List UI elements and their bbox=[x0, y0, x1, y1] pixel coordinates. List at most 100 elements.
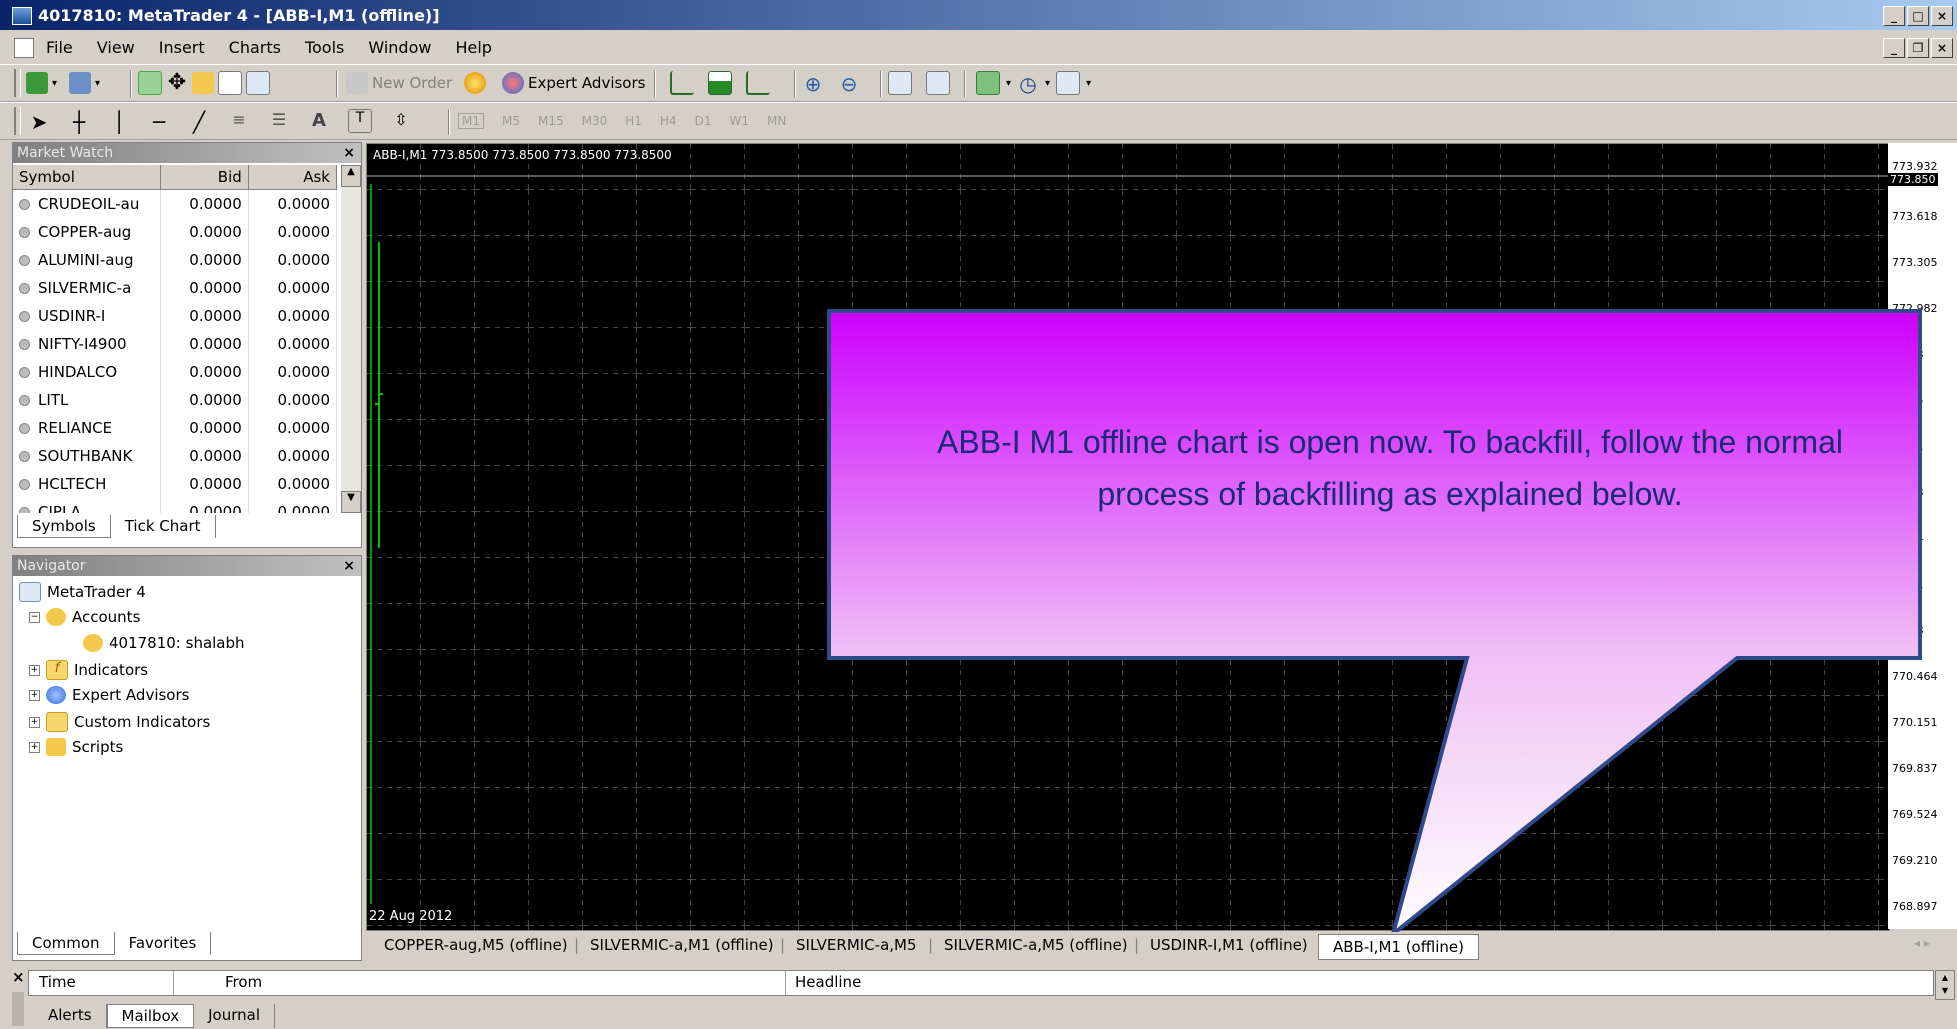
new-chart-icon[interactable] bbox=[26, 72, 48, 94]
expand-icon[interactable]: + bbox=[29, 741, 40, 753]
tab-mailbox[interactable]: Mailbox bbox=[106, 1004, 195, 1028]
menu-charts[interactable]: Charts bbox=[229, 38, 281, 57]
chart-tab[interactable]: SILVERMIC-a,M1 (offline) bbox=[590, 936, 774, 954]
terminal-icon[interactable] bbox=[218, 71, 242, 95]
table-row[interactable]: CRUDEOIL-au 0.0000 0.0000 bbox=[13, 189, 337, 218]
expand-icon[interactable]: + bbox=[29, 664, 40, 676]
nav-account-item[interactable]: 4017810: shalabh bbox=[83, 634, 245, 652]
equidistant-channel-icon[interactable]: ≡ bbox=[228, 110, 250, 132]
templates-icon[interactable] bbox=[1056, 71, 1081, 95]
period-m5[interactable]: M5 bbox=[502, 114, 520, 128]
period-w1[interactable]: W1 bbox=[729, 114, 749, 128]
close-icon[interactable]: × bbox=[12, 968, 25, 986]
column-ask[interactable]: Ask bbox=[248, 165, 337, 190]
nav-indicators[interactable]: + f Indicators bbox=[29, 660, 148, 680]
period-h1[interactable]: H1 bbox=[625, 114, 642, 128]
navigator-icon[interactable] bbox=[192, 72, 214, 94]
bar-chart-icon[interactable] bbox=[670, 71, 694, 95]
expert-advisors-icon[interactable] bbox=[502, 72, 524, 94]
menu-window[interactable]: Window bbox=[368, 38, 431, 57]
nav-expert-advisors[interactable]: + Expert Advisors bbox=[29, 686, 189, 704]
table-row[interactable]: USDINR-I 0.0000 0.0000 bbox=[13, 302, 337, 330]
price-chart[interactable]: ABB-I,M1 773.8500 773.8500 773.8500 773.… bbox=[366, 143, 1890, 931]
scroll-up-icon[interactable]: ▲ bbox=[341, 165, 361, 187]
table-row[interactable]: RELIANCE 0.0000 0.0000 bbox=[13, 414, 337, 442]
child-minimize-button[interactable]: _ bbox=[1883, 38, 1905, 58]
column-from[interactable]: From bbox=[225, 973, 262, 991]
column-symbol[interactable]: Symbol bbox=[13, 165, 161, 190]
close-icon[interactable]: × bbox=[343, 143, 355, 163]
horizontal-line-icon[interactable]: ─ bbox=[148, 110, 170, 134]
child-restore-button[interactable]: ❐ bbox=[1907, 38, 1929, 58]
tab-common[interactable]: Common bbox=[17, 932, 115, 955]
tab-journal[interactable]: Journal bbox=[194, 1004, 276, 1028]
cursor-icon[interactable]: ➤ bbox=[28, 110, 50, 134]
nav-scripts[interactable]: + Scripts bbox=[29, 738, 123, 756]
trendline-icon[interactable]: ╱ bbox=[188, 110, 210, 134]
menu-insert[interactable]: Insert bbox=[159, 38, 205, 57]
periods-clock-icon[interactable]: ◷ bbox=[1017, 72, 1039, 96]
strategy-tester-icon[interactable] bbox=[246, 71, 270, 95]
period-m1[interactable]: M1 bbox=[458, 113, 484, 129]
tab-favorites[interactable]: Favorites bbox=[115, 932, 212, 955]
auto-scroll-icon[interactable] bbox=[888, 71, 912, 95]
tab-alerts[interactable]: Alerts bbox=[34, 1004, 107, 1028]
price-axis[interactable]: 773.932 773.850 773.618 773.305 772.982 … bbox=[1888, 143, 1957, 929]
table-row[interactable]: ALUMINI-aug 0.0000 0.0000 bbox=[13, 246, 337, 274]
period-h4[interactable]: H4 bbox=[660, 114, 677, 128]
period-m15[interactable]: M15 bbox=[538, 114, 564, 128]
table-row[interactable]: CIPLA 0.0000 0.0000 bbox=[13, 498, 337, 513]
metaeditor-icon[interactable] bbox=[464, 72, 486, 94]
period-m30[interactable]: M30 bbox=[582, 114, 608, 128]
chart-tab[interactable]: SILVERMIC-a,M5 (offline) bbox=[944, 936, 1128, 954]
terminal-scrollbar[interactable]: ▲ ▼ bbox=[1935, 970, 1955, 1000]
tabs-scroll-arrows-icon[interactable]: ◂ ▸ bbox=[1914, 936, 1930, 950]
collapse-icon[interactable]: − bbox=[29, 611, 40, 623]
nav-root[interactable]: MetaTrader 4 bbox=[19, 582, 146, 602]
chart-tab[interactable]: SILVERMIC-a,M5 bbox=[796, 936, 917, 954]
table-row[interactable]: SOUTHBANK 0.0000 0.0000 bbox=[13, 442, 337, 470]
menu-file[interactable]: File bbox=[46, 38, 73, 57]
close-icon[interactable]: × bbox=[343, 556, 355, 576]
expand-icon[interactable]: + bbox=[29, 689, 40, 701]
crosshair-icon[interactable]: ┼ bbox=[68, 110, 90, 134]
child-close-button[interactable]: × bbox=[1931, 38, 1953, 58]
column-bid[interactable]: Bid bbox=[160, 165, 249, 190]
column-time[interactable]: Time bbox=[39, 973, 76, 991]
expert-advisors-button[interactable]: Expert Advisors bbox=[528, 74, 645, 92]
menu-view[interactable]: View bbox=[97, 38, 135, 57]
market-watch-icon[interactable] bbox=[138, 71, 162, 95]
close-button[interactable]: × bbox=[1931, 6, 1953, 26]
expand-icon[interactable]: + bbox=[29, 716, 40, 728]
maximize-button[interactable]: □ bbox=[1907, 6, 1929, 26]
table-row[interactable]: HINDALCO 0.0000 0.0000 bbox=[13, 358, 337, 386]
table-row[interactable]: SILVERMIC-a 0.0000 0.0000 bbox=[13, 274, 337, 302]
data-window-icon[interactable]: ✥ bbox=[166, 72, 188, 94]
column-headline[interactable]: Headline bbox=[795, 973, 861, 991]
line-chart-icon[interactable] bbox=[746, 71, 770, 95]
new-order-button[interactable]: New Order bbox=[372, 74, 452, 92]
market-watch-scrollbar[interactable]: ▲ ▼ bbox=[341, 165, 361, 513]
menu-tools[interactable]: Tools bbox=[305, 38, 344, 57]
tab-symbols[interactable]: Symbols bbox=[17, 515, 111, 538]
profiles-icon[interactable] bbox=[69, 72, 92, 94]
new-order-icon[interactable] bbox=[346, 72, 368, 94]
table-row[interactable]: NIFTY-I4900 0.0000 0.0000 bbox=[13, 330, 337, 358]
candlestick-chart-icon[interactable] bbox=[708, 71, 732, 95]
arrows-icon[interactable]: ⇳ bbox=[390, 110, 412, 132]
zoom-in-icon[interactable]: ⊕ bbox=[802, 72, 824, 96]
indicators-list-icon[interactable] bbox=[976, 71, 1000, 95]
period-mn[interactable]: MN bbox=[767, 114, 786, 128]
minimize-button[interactable]: _ bbox=[1883, 6, 1905, 26]
chart-window-icon[interactable] bbox=[14, 38, 34, 58]
menu-help[interactable]: Help bbox=[455, 38, 491, 57]
period-d1[interactable]: D1 bbox=[695, 114, 712, 128]
text-tool-icon[interactable]: A bbox=[308, 110, 330, 132]
chart-tab[interactable]: COPPER-aug,M5 (offline) bbox=[384, 936, 568, 954]
table-row[interactable]: COPPER-aug 0.0000 0.0000 bbox=[13, 218, 337, 246]
table-row[interactable]: LITL 0.0000 0.0000 bbox=[13, 386, 337, 414]
fibonacci-icon[interactable]: ☰ bbox=[268, 110, 290, 132]
vertical-line-icon[interactable]: │ bbox=[108, 110, 130, 134]
chart-shift-icon[interactable] bbox=[926, 71, 950, 95]
tab-tick-chart[interactable]: Tick Chart bbox=[111, 515, 216, 538]
